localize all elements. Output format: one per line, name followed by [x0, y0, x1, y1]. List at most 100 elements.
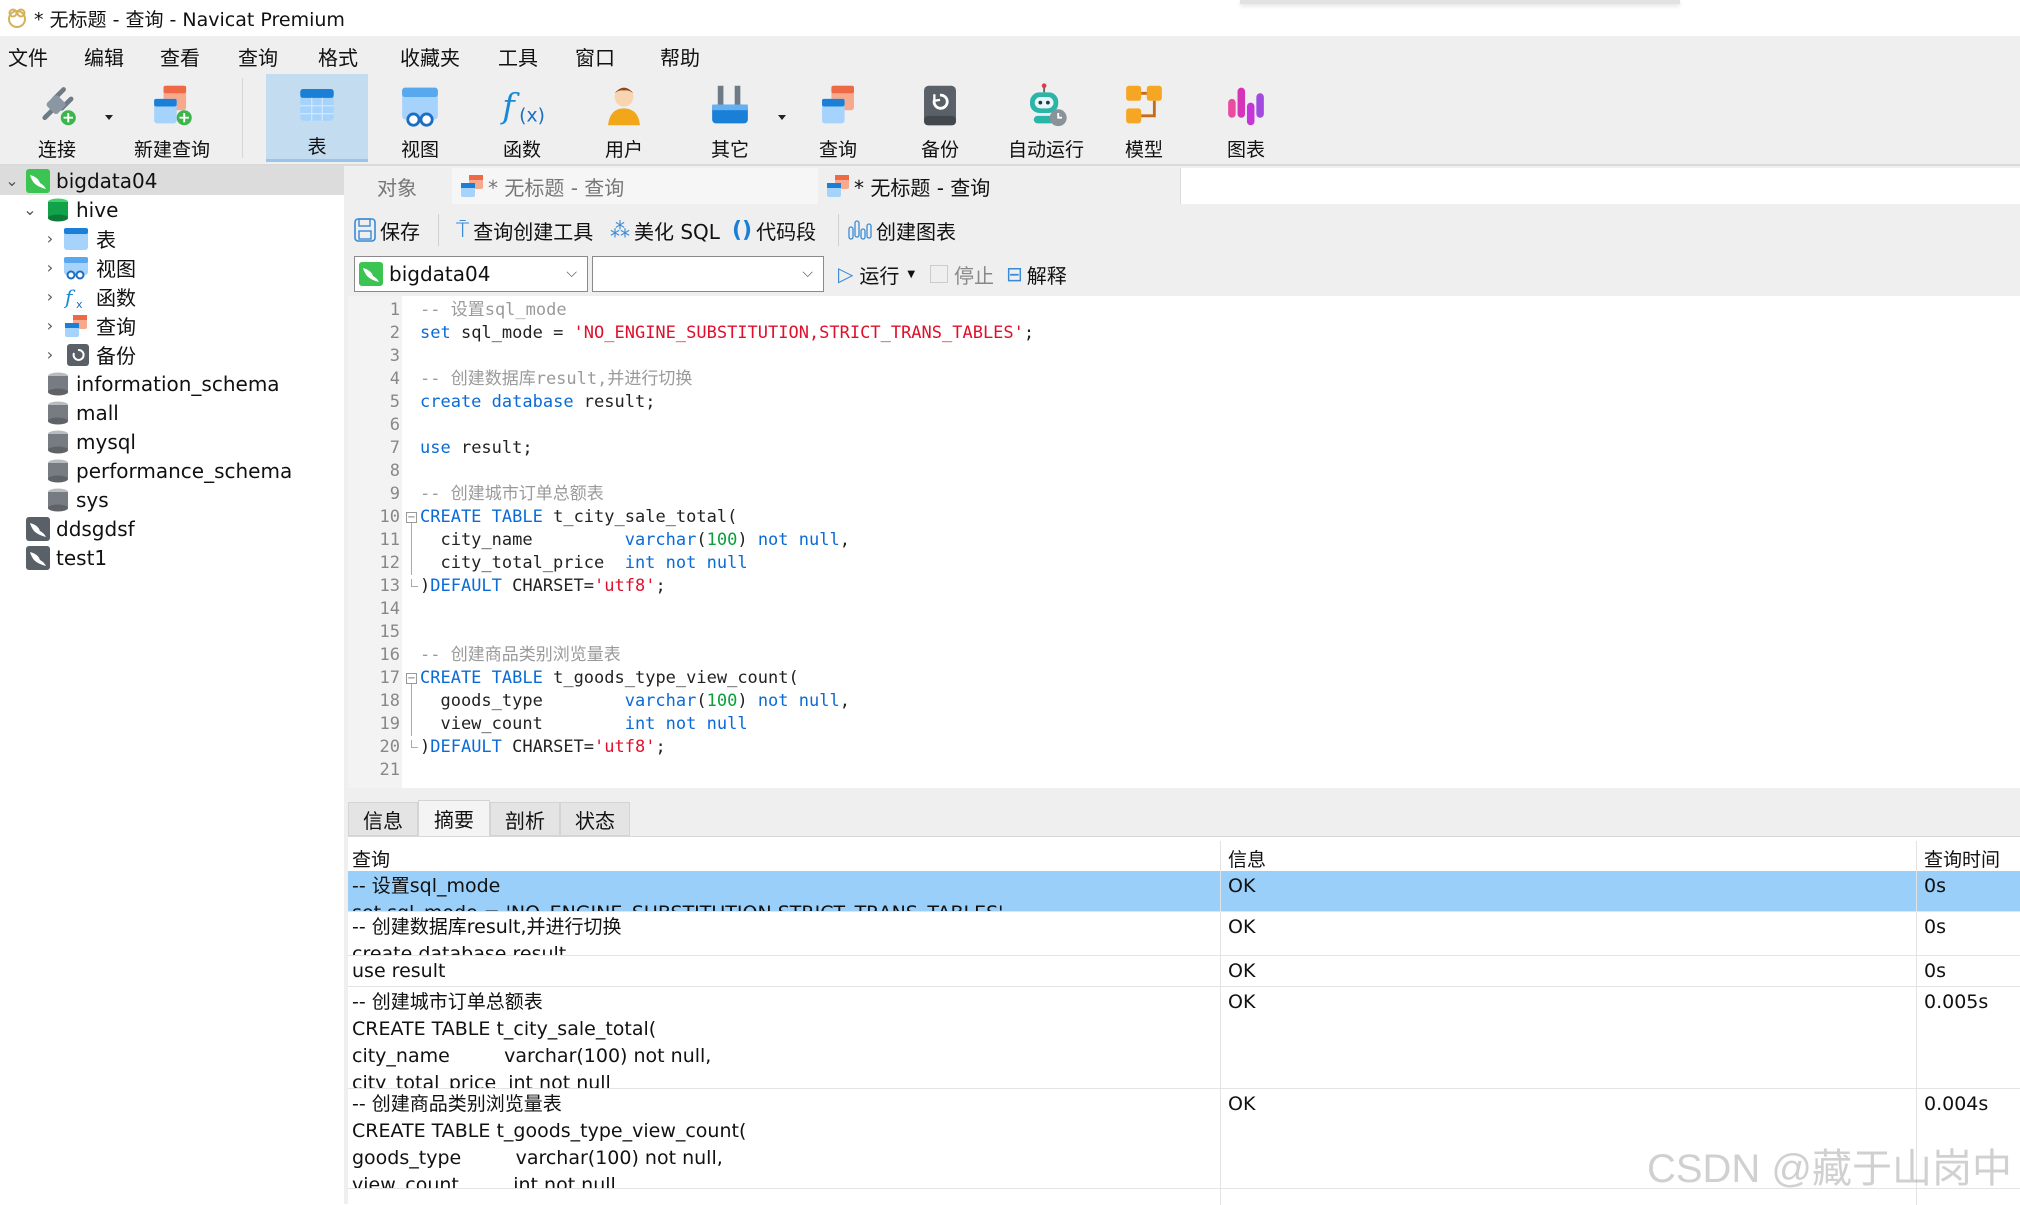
code-line[interactable]: -- 创建数据库result,并进行切换	[420, 368, 692, 391]
result-row[interactable]: use resultOK0s	[348, 956, 2020, 987]
tree-connection-ddsgdsf[interactable]: ddsgdsf	[0, 514, 344, 543]
connection-select[interactable]: bigdata04 ⌵	[354, 256, 588, 292]
tree-database-mysql[interactable]: mysql	[0, 427, 344, 456]
new-query-label: 新建查询	[134, 135, 210, 162]
chevron-right-icon[interactable]: ›	[40, 229, 60, 249]
other-dropdown-caret[interactable]	[778, 115, 786, 120]
chevron-down-icon[interactable]: ⌄	[20, 200, 40, 220]
line-number-gutter: 123456789101112131415161718192021	[348, 296, 402, 788]
save-button[interactable]: 保存	[354, 214, 420, 246]
menu-view[interactable]: 查看	[160, 42, 200, 71]
result-row[interactable]: -- 创建城市订单总额表 CREATE TABLE t_city_sale_to…	[348, 987, 2020, 1089]
result-tab-info[interactable]: 信息	[348, 802, 418, 836]
code-line[interactable]: set sql_mode = 'NO_ENGINE_SUBSTITUTION,S…	[420, 322, 1034, 345]
result-tab-status[interactable]: 状态	[560, 802, 630, 836]
function-label: 函数	[503, 135, 541, 162]
tree-connection-bigdata04[interactable]: ⌄ bigdata04	[0, 166, 344, 195]
main-toolbar: 连接 新建查询 表 视图 f (x) 函数	[0, 72, 2020, 166]
snippet-button[interactable]: () 代码段	[732, 214, 816, 246]
stop-button[interactable]: 停止	[930, 258, 994, 290]
code-line[interactable]: -- 设置sql_mode	[420, 299, 567, 322]
tree-item-backups[interactable]: › 备份	[0, 340, 344, 369]
result-row[interactable]: -- 创建数据库result,并进行切换 create database res…	[348, 912, 2020, 956]
create-chart-button[interactable]: 创建图表	[848, 214, 956, 246]
menu-window[interactable]: 窗口	[575, 42, 615, 71]
code-line[interactable]: view_count int not null	[420, 713, 748, 736]
function-button[interactable]: f (x) 函数	[472, 74, 572, 162]
menu-edit[interactable]: 编辑	[84, 42, 124, 71]
new-query-button[interactable]: 新建查询	[122, 74, 222, 162]
table-icon	[64, 227, 88, 251]
code-line[interactable]: CREATE TABLE t_goods_type_view_count(	[420, 667, 799, 690]
explain-button[interactable]: ⊟ 解释	[1006, 258, 1067, 290]
menu-help[interactable]: 帮助	[660, 42, 700, 71]
fold-toggle-icon[interactable]: −	[406, 512, 417, 523]
tree-database-information-schema[interactable]: information_schema	[0, 369, 344, 398]
tab-query-1[interactable]: * 无标题 - 查询	[452, 168, 818, 204]
chevron-right-icon[interactable]: ›	[40, 316, 60, 336]
code-line[interactable]: -- 创建商品类别浏览量表	[420, 644, 621, 667]
code-line[interactable]: goods_type varchar(100) not null,	[420, 690, 850, 713]
tree-database-performance-schema[interactable]: performance_schema	[0, 456, 344, 485]
tree-database-sys[interactable]: sys	[0, 485, 344, 514]
menu-tools[interactable]: 工具	[498, 42, 538, 71]
table-button[interactable]: 表	[266, 74, 368, 162]
tree-item-functions[interactable]: › f x 函数	[0, 282, 344, 311]
code-line[interactable]: )DEFAULT CHARSET='utf8';	[420, 575, 666, 598]
beautify-sql-button[interactable]: ⁂ 美化 SQL	[610, 214, 720, 246]
code-line[interactable]: city_name varchar(100) not null,	[420, 529, 850, 552]
result-info-cell: OK	[1228, 958, 1255, 985]
chart-button[interactable]: 图表	[1196, 74, 1296, 162]
code-line[interactable]: -- 创建城市订单总额表	[420, 483, 604, 506]
tree-item-views[interactable]: › 视图	[0, 253, 344, 282]
tree-database-hive[interactable]: ⌄ hive	[0, 195, 344, 224]
tree-label: sys	[76, 488, 109, 512]
sql-editor[interactable]: 123456789101112131415161718192021 -- 设置s…	[348, 296, 2020, 788]
result-info-cell: OK	[1228, 1091, 1255, 1118]
chart-icon	[848, 219, 872, 241]
backup-label: 备份	[921, 135, 959, 162]
chevron-down-icon[interactable]: ⌄	[2, 171, 22, 191]
chevron-right-icon[interactable]: ›	[40, 345, 60, 365]
model-button[interactable]: 模型	[1094, 74, 1194, 162]
tab-label: 剖析	[505, 805, 545, 834]
result-row[interactable]: -- 设置sql_mode set sql_mode = 'NO_ENGINE_…	[348, 871, 2020, 912]
tree-database-mall[interactable]: mall	[0, 398, 344, 427]
query-button[interactable]: 查询	[788, 74, 888, 162]
tree-item-queries[interactable]: › 查询	[0, 311, 344, 340]
code-line[interactable]: city_total_price int not null	[420, 552, 748, 575]
run-button[interactable]: ▷ 运行 ▼	[838, 258, 915, 290]
user-button[interactable]: 用户	[574, 74, 674, 162]
menu-file[interactable]: 文件	[8, 42, 48, 71]
menu-favorites[interactable]: 收藏夹	[400, 42, 460, 71]
database-select[interactable]: ⌵	[592, 256, 824, 292]
backup-button[interactable]: 备份	[890, 74, 990, 162]
query-icon	[460, 174, 484, 198]
query-builder-button[interactable]: ⍑ 查询创建工具	[456, 214, 593, 246]
column-divider	[1220, 841, 1221, 1205]
result-tab-profile[interactable]: 剖析	[490, 802, 560, 836]
column-header-info[interactable]: 信息	[1228, 845, 1266, 872]
run-dropdown-caret[interactable]: ▼	[907, 269, 915, 280]
tree-item-tables[interactable]: › 表	[0, 224, 344, 253]
column-header-query[interactable]: 查询	[352, 845, 390, 872]
connect-button[interactable]: 连接	[20, 74, 94, 162]
code-line[interactable]: )DEFAULT CHARSET='utf8';	[420, 736, 666, 759]
code-line[interactable]: CREATE TABLE t_city_sale_total(	[420, 506, 737, 529]
chevron-right-icon[interactable]: ›	[40, 287, 60, 307]
view-button[interactable]: 视图	[370, 74, 470, 162]
menu-query[interactable]: 查询	[238, 42, 278, 71]
tab-objects[interactable]: 对象	[344, 168, 450, 204]
menu-format[interactable]: 格式	[318, 42, 358, 71]
result-tab-summary[interactable]: 摘要	[418, 800, 490, 836]
chevron-right-icon[interactable]: ›	[40, 258, 60, 278]
tree-connection-test1[interactable]: test1	[0, 543, 344, 572]
tab-query-2[interactable]: * 无标题 - 查询	[818, 168, 1180, 204]
automation-button[interactable]: 自动运行	[994, 74, 1098, 162]
connect-dropdown-caret[interactable]	[105, 115, 113, 120]
fold-toggle-icon[interactable]: −	[406, 673, 417, 684]
other-button[interactable]: 其它	[680, 74, 780, 162]
code-line[interactable]: create database result;	[420, 391, 655, 414]
code-line[interactable]: use result;	[420, 437, 533, 460]
column-header-time[interactable]: 查询时间	[1924, 845, 2000, 872]
